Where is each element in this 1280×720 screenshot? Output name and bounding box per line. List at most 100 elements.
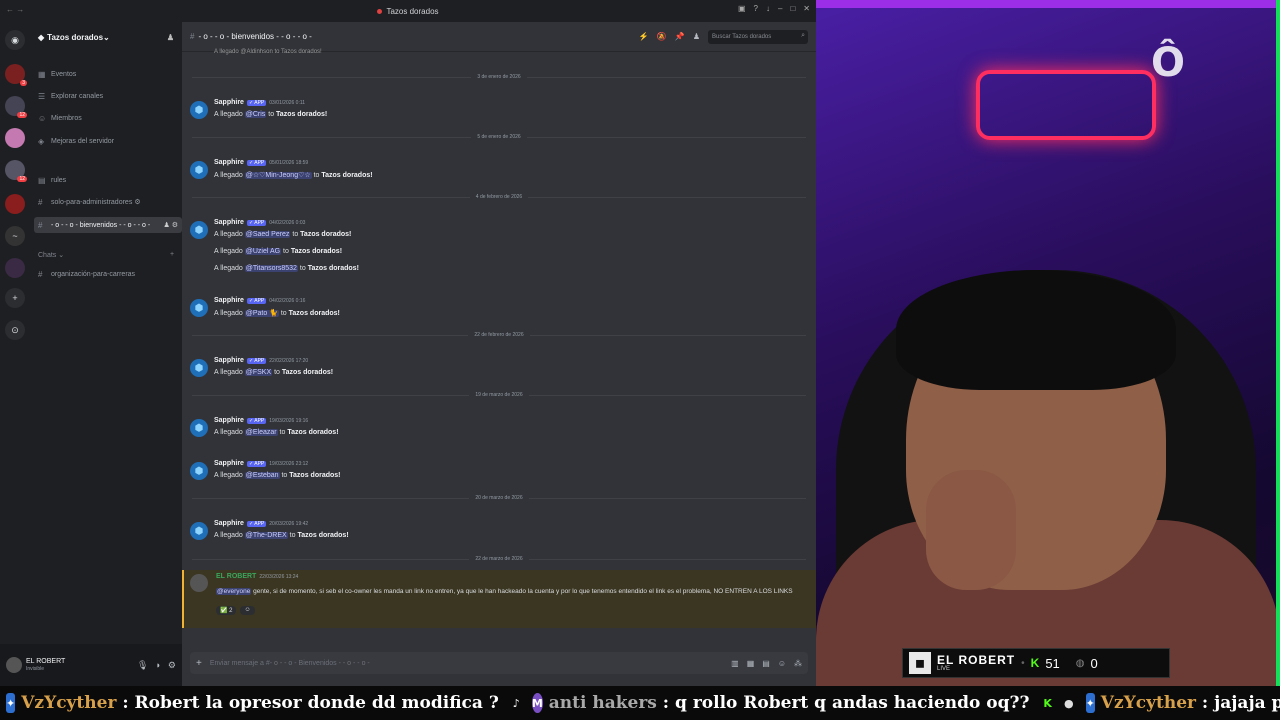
mention[interactable]: @Esteban (244, 472, 280, 479)
server-icon[interactable]: 12 (5, 160, 27, 182)
channel-rules[interactable]: ▤ rules (34, 172, 182, 188)
bot-avatar-icon[interactable]: ⬢ (190, 462, 208, 480)
user-badge-icon: ✦ (6, 693, 16, 713)
add-reaction-icon[interactable]: ☺ (240, 606, 255, 615)
message-prefix: A llegado (214, 111, 245, 118)
threads-icon[interactable]: ⚡ (639, 32, 649, 41)
author-name[interactable]: Sapphire (214, 417, 244, 424)
app-badge: ✓ APP (246, 357, 267, 364)
channel-admins[interactable]: # solo-para-administradores ⚙ (34, 194, 182, 210)
message-connector: to (277, 429, 288, 436)
add-member-icon[interactable]: ♟ (167, 33, 174, 42)
headphones-icon[interactable]: ◗ (155, 660, 160, 671)
close-button[interactable]: ✕ (803, 4, 810, 13)
member-list-icon[interactable]: ♟ (693, 32, 700, 41)
avatar[interactable] (190, 574, 208, 592)
reaction-check[interactable]: ✅ 2 (216, 606, 237, 615)
minimize-button[interactable]: – (778, 4, 782, 13)
date-separator: 4 de febrero de 2026 (182, 192, 816, 202)
bot-avatar-icon[interactable]: ⬢ (190, 419, 208, 437)
message-group[interactable]: ⬢ Sapphire ✓ APP 22/02/2026 17:20 A llegado … (182, 357, 816, 388)
mention[interactable]: @The-DREX (244, 532, 288, 539)
server-name-bold: Tazos dorados! (289, 472, 341, 479)
sticker-icon[interactable]: ▤ (762, 659, 770, 668)
bot-avatar-icon[interactable]: ⬢ (190, 359, 208, 377)
microphone-icon[interactable]: 🎙 (137, 660, 148, 671)
message-composer[interactable]: + Enviar mensaje a #- o - - o - Bienveni… (190, 652, 808, 674)
server-icon[interactable] (5, 258, 25, 278)
mention[interactable]: @FSKX (244, 369, 273, 376)
direct-messages-icon[interactable]: ◉ (5, 30, 25, 50)
message-group[interactable]: ⬢ Sapphire ✓ APP 03/01/2026 0:11 A llegado @… (182, 99, 816, 130)
message-group[interactable]: ⬢ Sapphire ✓ APP 04/02/2026 0:16 A llegado @… (182, 297, 816, 328)
server-icon[interactable]: 3 (5, 64, 27, 86)
browse-icon: ☰ (38, 91, 46, 101)
message-connector: to (287, 532, 298, 539)
message-group[interactable]: ⬢ Sapphire ✓ APP 04/02/2026 0:03 A llegado @… (182, 219, 816, 284)
message-group[interactable]: ⬢ Sapphire ✓ APP 05/01/2026 18:59 A llegado … (182, 159, 816, 190)
message-line: A llegado @The-DREX to Tazos dorados! (214, 532, 349, 539)
author-name[interactable]: Sapphire (214, 460, 244, 467)
mention[interactable]: @Eleazar (244, 429, 278, 436)
avatar[interactable] (6, 657, 22, 673)
author-name[interactable]: Sapphire (214, 357, 244, 364)
maximize-button[interactable]: □ (790, 4, 795, 13)
channel-organizacion[interactable]: # organización-para-carreras (34, 266, 182, 282)
server-icon[interactable]: ~ (5, 226, 25, 246)
add-server-icon[interactable]: + (5, 288, 25, 308)
mention[interactable]: @everyone (216, 588, 252, 595)
apps-icon[interactable]: ⁂ (794, 659, 802, 668)
message-group[interactable]: ⬢ Sapphire ✓ APP 19/03/2026 23:12 A llegado … (182, 460, 816, 491)
author-name[interactable]: Sapphire (214, 99, 244, 106)
gear-icon[interactable]: ⚙ (168, 660, 176, 671)
highlighted-message[interactable]: EL ROBERT 22/03/2026 13:24 @everyone gen… (182, 570, 816, 628)
bot-avatar-icon[interactable]: ⬢ (190, 101, 208, 119)
date-separator: 19 de marzo de 2026 (182, 390, 816, 400)
bot-avatar-icon[interactable]: ⬢ (190, 522, 208, 540)
gift-icon[interactable]: ▥ (731, 659, 739, 668)
channel-bienvenidos[interactable]: # - o - - o - bienvenidos - - o - - o - ♟ … (34, 217, 182, 233)
attach-plus-icon[interactable]: + (196, 658, 202, 669)
gif-icon[interactable]: ▦ (747, 659, 755, 668)
back-forward-icon[interactable]: ← → (6, 5, 24, 14)
bot-avatar-icon[interactable]: ⬢ (190, 221, 208, 239)
channel-settings-icon[interactable]: ♟ ⚙ (164, 221, 179, 229)
message-line: A llegado @Cris to Tazos dorados! (214, 111, 327, 118)
mention[interactable]: @Cris (244, 111, 267, 118)
timestamp: 05/01/2026 18:59 (269, 159, 309, 166)
server-icon[interactable] (5, 128, 25, 148)
help-icon[interactable]: ? (754, 4, 758, 13)
author-name[interactable]: EL ROBERT (216, 573, 256, 580)
author-name[interactable]: Sapphire (214, 520, 244, 527)
mention[interactable]: @Saed Perez (244, 231, 291, 238)
bot-avatar-icon[interactable]: ⬢ (190, 161, 208, 179)
mention[interactable]: @Uziel AG (244, 248, 282, 255)
download-icon[interactable]: ↓ (766, 4, 770, 13)
author-name[interactable]: Sapphire (214, 159, 244, 166)
bot-avatar-icon[interactable]: ⬢ (190, 299, 208, 317)
add-channel-icon[interactable]: + (170, 251, 174, 258)
category-chats[interactable]: Chats ⌄ + (38, 251, 174, 259)
author-name[interactable]: Sapphire (214, 219, 244, 226)
category-label: Chats (38, 252, 57, 259)
sidebar-item-events[interactable]: ▦ Eventos (34, 66, 182, 82)
message-group[interactable]: ⬢ Sapphire ✓ APP 19/03/2026 19:16 A llegado … (182, 417, 816, 448)
sidebar-item-browse-channels[interactable]: ☰ Explorar canales (34, 88, 182, 104)
sidebar-item-boosts[interactable]: ◈ Mejoras del servidor (34, 133, 182, 149)
mention[interactable]: @Pato 🐈 (244, 310, 279, 317)
streamer-name: EL ROBERT (937, 653, 1016, 667)
server-icon[interactable]: 12 (5, 96, 27, 118)
author-name[interactable]: Sapphire (214, 297, 244, 304)
sidebar-item-members[interactable]: ☺ Miembros (34, 110, 182, 126)
server-icon-selected[interactable] (5, 194, 25, 214)
mention[interactable]: @☆♡Min-Jeong♡☆ (244, 172, 312, 179)
server-header[interactable]: ◆ Tazos dorados ⌄ ♟ (30, 22, 182, 52)
search-input[interactable]: Buscar Tazos dorados ⌕ (708, 29, 808, 44)
pin-icon[interactable]: 📌 (675, 32, 685, 41)
emoji-icon[interactable]: ☺ (778, 659, 786, 668)
message-group[interactable]: ⬢ Sapphire ✓ APP 20/03/2026 19:42 A llegado … (182, 520, 816, 551)
discover-icon[interactable]: ⊙ (5, 320, 25, 340)
mention[interactable]: @Titansors8532 (244, 265, 298, 272)
notifications-icon[interactable]: 🔕 (657, 32, 667, 41)
inbox-icon[interactable]: ▣ (738, 4, 746, 13)
